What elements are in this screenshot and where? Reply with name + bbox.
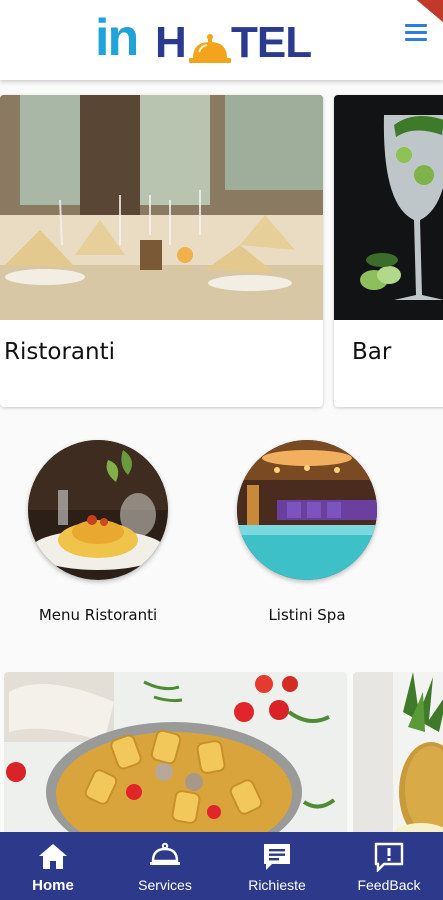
shortcut-row: Menu Ristoranti Listini Spa (0, 440, 443, 640)
restaurant-table-photo (0, 95, 323, 320)
shortcut-label-listini-spa: Listini Spa (268, 606, 346, 624)
service-bell-logo-icon (189, 34, 231, 63)
app-header: in H TEL (0, 0, 443, 80)
nav-richieste[interactable]: Richieste (222, 832, 332, 900)
featured-carousel[interactable] (0, 672, 443, 842)
category-carousel[interactable]: Ristoranti Bar (0, 95, 443, 407)
nav-feedback[interactable]: FeedBack (334, 832, 443, 900)
service-bell-icon (150, 842, 180, 865)
nav-home[interactable]: Home (0, 832, 108, 900)
category-label-ristoranti: Ristoranti (4, 339, 115, 365)
shortcut-label-menu-ristoranti: Menu Ristoranti (38, 606, 158, 624)
nav-feedback-label: FeedBack (357, 877, 421, 893)
feedback-alert-icon (374, 842, 404, 872)
chat-bubble-icon (264, 844, 290, 870)
pasta-pan-photo (4, 672, 347, 842)
logo-tel-text: TEL (231, 18, 312, 67)
pasta-dish-photo (28, 440, 168, 580)
featured-card-pasta[interactable] (4, 672, 347, 842)
featured-card-fruit[interactable] (353, 672, 443, 842)
shortcut-menu-ristoranti[interactable]: Menu Ristoranti (8, 440, 188, 624)
logo-h-text: H (155, 18, 187, 67)
category-label-bar: Bar (352, 339, 392, 365)
pineapple-photo (353, 672, 443, 842)
spa-pool-photo (237, 440, 377, 580)
nav-services[interactable]: Services (110, 832, 220, 900)
category-card-bar[interactable]: Bar (334, 95, 443, 407)
inhotel-logo[interactable]: in H TEL (95, 2, 315, 68)
shortcut-listini-spa[interactable]: Listini Spa (217, 440, 397, 624)
category-card-ristoranti[interactable]: Ristoranti (0, 95, 323, 407)
home-icon (39, 844, 67, 869)
nav-richieste-label: Richieste (248, 877, 306, 893)
logo-in-text: in (95, 9, 139, 67)
cocktail-glass-photo (334, 95, 443, 320)
nav-services-label: Services (138, 877, 192, 893)
hamburger-menu-icon[interactable] (405, 24, 429, 44)
app-screen: in H TEL Ristoranti Bar Menu Ristoranti … (0, 0, 443, 900)
nav-home-label: Home (32, 877, 74, 894)
bottom-navigation-bar: Home Services Richieste FeedBack (0, 832, 443, 900)
